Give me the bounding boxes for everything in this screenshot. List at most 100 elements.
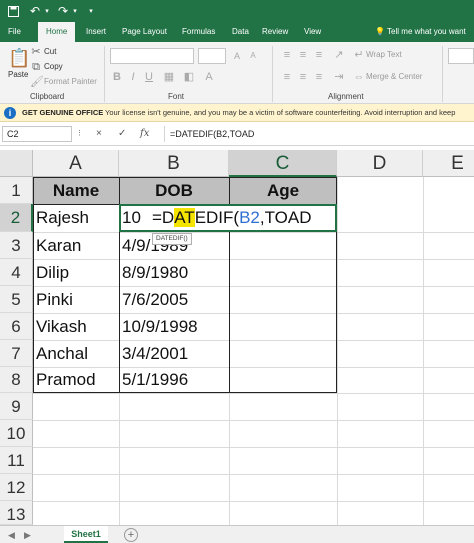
row-header-11[interactable]: 11: [0, 447, 33, 474]
select-all-corner[interactable]: [0, 150, 33, 177]
tab-insert[interactable]: Insert: [86, 22, 106, 42]
align-middle-icon[interactable]: ≡: [296, 48, 310, 62]
number-format-combo[interactable]: [448, 48, 474, 64]
scroll-left-icon[interactable]: ◀: [8, 528, 15, 542]
gridline: [33, 501, 474, 502]
row-header-10[interactable]: 10: [0, 420, 33, 447]
row-header-9[interactable]: 9: [0, 393, 33, 420]
gridline: [33, 393, 474, 394]
formula-input[interactable]: =DATEDIF(B2,TOAD: [170, 126, 254, 142]
orientation-icon[interactable]: ↗: [332, 48, 346, 62]
wrap-text-button[interactable]: Wrap Text: [366, 50, 402, 59]
row-header-1[interactable]: 1: [0, 177, 33, 204]
column-header-d[interactable]: D: [337, 150, 423, 177]
row-header-13[interactable]: 13: [0, 501, 33, 525]
edit-text-highlight: AT: [174, 208, 195, 227]
tab-page-layout[interactable]: Page Layout: [122, 22, 167, 42]
row-header-2[interactable]: 2: [0, 204, 33, 232]
tell-me-box[interactable]: 💡 Tell me what you want: [375, 22, 466, 42]
decrease-font-icon[interactable]: A: [246, 49, 260, 63]
tab-file[interactable]: File: [8, 22, 21, 42]
underline-button[interactable]: U: [142, 70, 156, 84]
font-size-combo[interactable]: [198, 48, 226, 64]
formula-separator: [164, 126, 165, 142]
edit-text-part: ,TOAD: [259, 208, 312, 227]
sheet-tab-sheet1[interactable]: Sheet1: [64, 526, 108, 543]
format-painter-button[interactable]: Format Painter: [44, 77, 97, 86]
edit-text-part: EDIF(: [194, 208, 240, 227]
customize-qat-icon[interactable]: ▾: [86, 2, 96, 20]
cell-b2[interactable]: 10: [119, 204, 149, 232]
row-header-5[interactable]: 5: [0, 286, 33, 313]
font-name-combo[interactable]: [110, 48, 194, 64]
lightbulb-icon: 💡: [375, 27, 385, 36]
title-bar: ↶ ▾ ↷ ▾ ▾: [0, 0, 474, 22]
redo-icon[interactable]: ↷: [56, 2, 70, 20]
tab-review[interactable]: Review: [262, 22, 288, 42]
column-header-e[interactable]: E: [423, 150, 474, 177]
undo-dropdown-icon[interactable]: ▾: [42, 2, 52, 20]
function-tooltip[interactable]: DATEDIF(): [152, 233, 192, 245]
more-options-icon[interactable]: ⋮: [76, 126, 83, 142]
bold-button[interactable]: B: [110, 70, 124, 84]
copy-icon[interactable]: ⧉: [30, 60, 42, 74]
save-icon[interactable]: [6, 2, 20, 20]
increase-font-icon[interactable]: A: [230, 49, 244, 63]
gridline: [33, 474, 474, 475]
row-header-3[interactable]: 3: [0, 232, 33, 259]
tab-formulas[interactable]: Formulas: [182, 22, 215, 42]
gridline: [337, 177, 338, 525]
undo-icon[interactable]: ↶: [28, 2, 42, 20]
clipboard-group-label: Clipboard: [30, 92, 65, 101]
wrap-text-icon[interactable]: ↵: [352, 48, 366, 62]
message-bar: i GET GENUINE OFFICE Your license isn't …: [0, 104, 474, 122]
paste-button[interactable]: Paste: [8, 70, 28, 79]
paste-icon[interactable]: 📋: [8, 46, 30, 70]
merge-center-icon[interactable]: ⇔: [352, 70, 366, 84]
enter-icon[interactable]: ✓: [118, 126, 126, 142]
row-header-6[interactable]: 6: [0, 313, 33, 340]
font-color-icon[interactable]: A: [202, 70, 216, 84]
merge-center-button[interactable]: Merge & Center: [366, 72, 422, 81]
worksheet-grid[interactable]: A B C D E 1 2 3 4 5 6 7 8 9 10 11 12 13 …: [0, 150, 474, 525]
align-center-icon[interactable]: ≡: [296, 70, 310, 84]
formula-bar: C2 ⋮ × ✓ fx =DATEDIF(B2,TOAD: [0, 122, 474, 146]
align-right-icon[interactable]: ≡: [312, 70, 326, 84]
scroll-right-icon[interactable]: ▶: [24, 528, 31, 542]
fill-color-icon[interactable]: ◧: [182, 70, 196, 84]
align-bottom-icon[interactable]: ≡: [312, 48, 326, 62]
italic-button[interactable]: I: [126, 70, 140, 84]
align-left-icon[interactable]: ≡: [280, 70, 294, 84]
column-header-c[interactable]: C: [229, 150, 337, 177]
cut-icon[interactable]: ✂: [30, 45, 42, 59]
cancel-icon[interactable]: ×: [96, 126, 102, 142]
cut-button[interactable]: Cut: [44, 47, 56, 56]
message-title: GET GENUINE OFFICE: [22, 108, 104, 117]
row-header-8[interactable]: 8: [0, 367, 33, 393]
font-group-label: Font: [168, 92, 185, 101]
name-box[interactable]: C2: [2, 126, 72, 142]
ribbon-separator: [272, 46, 273, 102]
format-painter-icon[interactable]: 🖌: [30, 75, 44, 89]
row-header-4[interactable]: 4: [0, 259, 33, 286]
align-top-icon[interactable]: ≡: [280, 48, 294, 62]
column-header-a[interactable]: A: [33, 150, 119, 177]
copy-button[interactable]: Copy: [44, 62, 63, 71]
row-header-7[interactable]: 7: [0, 340, 33, 367]
tab-home[interactable]: Home: [38, 22, 76, 42]
row-header-12[interactable]: 12: [0, 474, 33, 501]
ribbon-separator: [104, 46, 105, 102]
sheet-tab-bar: ◀ ▶ Sheet1 +: [0, 525, 474, 543]
add-sheet-button[interactable]: +: [124, 528, 138, 542]
cell-reference-b2: B2: [239, 208, 260, 227]
cell-edit-text[interactable]: =DATEDIF(B2,TOAD: [152, 204, 312, 232]
borders-icon[interactable]: ▦: [162, 70, 176, 84]
tab-data[interactable]: Data: [232, 22, 249, 42]
column-header-b[interactable]: B: [119, 150, 229, 177]
redo-dropdown-icon[interactable]: ▾: [70, 2, 80, 20]
ribbon: 📋 Paste ✂ Cut ⧉ Copy 🖌 Format Painter Cl…: [0, 42, 474, 104]
insert-function-icon[interactable]: fx: [140, 126, 149, 142]
tell-me-label: Tell me what you want: [387, 27, 466, 36]
tab-view[interactable]: View: [304, 22, 321, 42]
indent-icon[interactable]: ⇥: [332, 70, 346, 84]
